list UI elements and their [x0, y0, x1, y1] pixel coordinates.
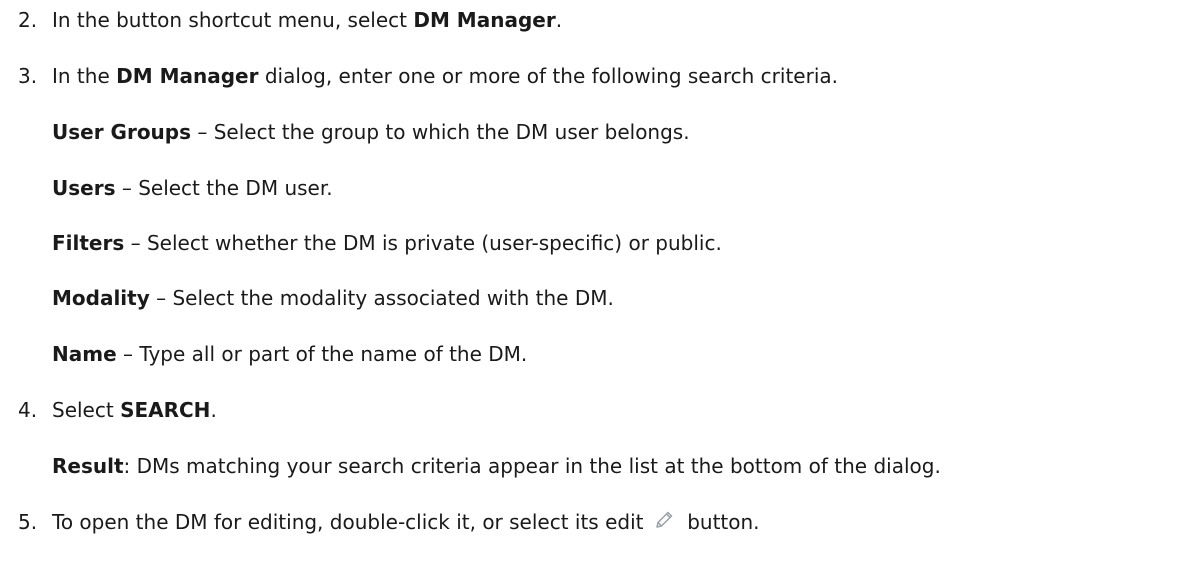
criteria-label: Modality: [52, 286, 150, 310]
criteria-description: – Select the DM user.: [115, 176, 333, 200]
criteria-modality: Modality – Select the modality associate…: [52, 284, 614, 312]
step-4-result: Result: DMs matching your search criteri…: [52, 452, 941, 480]
criteria-label: Filters: [52, 231, 125, 255]
step-number: 3.: [18, 64, 38, 88]
step-number: 4.: [18, 398, 38, 422]
step-text: In the button shortcut menu, select: [52, 8, 414, 32]
criteria-label: Users: [52, 176, 116, 200]
step-5: 5. To open the DM for editing, double-cli…: [18, 508, 760, 536]
step-text: To open the DM for editing, double-click…: [52, 510, 650, 534]
criteria-name: Name – Type all or part of the name of t…: [52, 340, 527, 368]
step-number: 5.: [18, 510, 38, 534]
step-4: 4. Select SEARCH.: [18, 396, 217, 424]
step-emphasis: DM Manager: [413, 8, 556, 32]
criteria-users: Users – Select the DM user.: [52, 174, 333, 202]
step-text: Select: [52, 398, 121, 422]
criteria-label: User Groups: [52, 120, 192, 144]
step-number: 2.: [18, 8, 38, 32]
step-text: button.: [680, 510, 760, 534]
step-text: .: [210, 398, 217, 422]
step-emphasis: DM Manager: [116, 64, 259, 88]
criteria-description: – Type all or part of the name of the DM…: [116, 342, 528, 366]
pencil-edit-icon: [652, 508, 676, 532]
step-text: dialog, enter one or more of the followi…: [258, 64, 838, 88]
step-2: 2. In the button shortcut menu, select DM…: [18, 6, 562, 34]
step-emphasis: SEARCH: [120, 398, 211, 422]
criteria-description: – Select the group to which the DM user …: [191, 120, 690, 144]
criteria-label: Name: [52, 342, 117, 366]
step-text: In the: [52, 64, 117, 88]
criteria-description: – Select the modality associated with th…: [149, 286, 614, 310]
step-3: 3. In the DM Manager dialog, enter one or…: [18, 62, 838, 90]
criteria-filters: Filters – Select whether the DM is priva…: [52, 229, 722, 257]
result-description: : DMs matching your search criteria appe…: [123, 454, 941, 478]
step-text: .: [555, 8, 563, 32]
criteria-description: – Select whether the DM is private (user…: [124, 231, 722, 255]
result-label: Result: [52, 454, 124, 478]
criteria-user-groups: User Groups – Select the group to which …: [52, 118, 690, 146]
